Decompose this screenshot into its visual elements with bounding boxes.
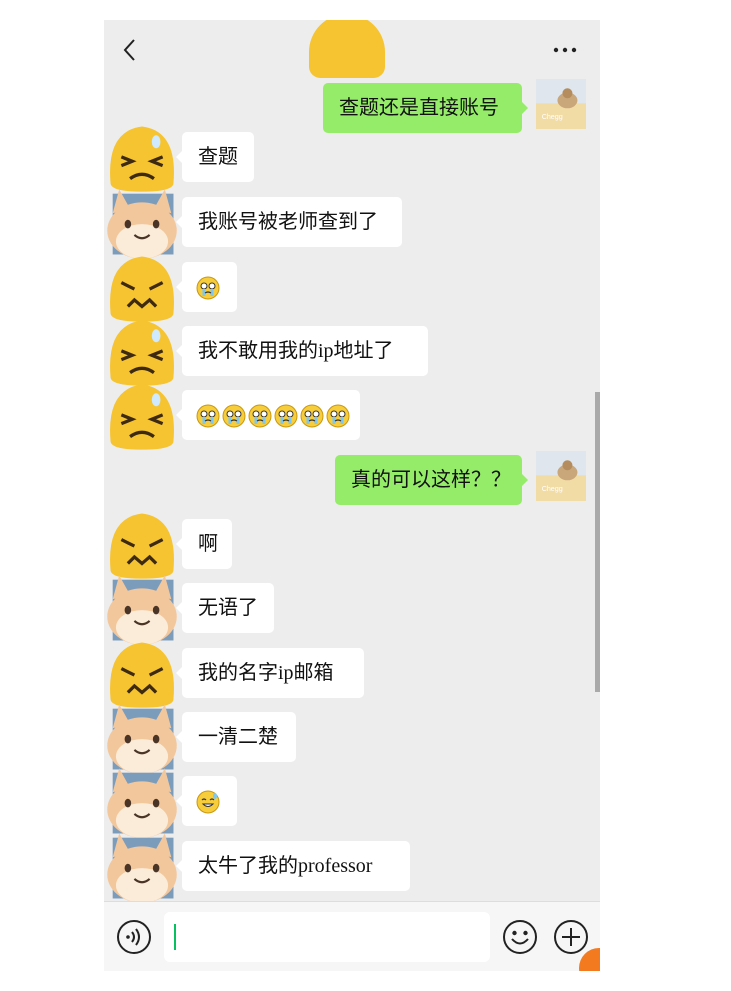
message-row: Chegg 真的可以这样？？ [104, 451, 600, 505]
svg-text:Chegg: Chegg [542, 485, 563, 493]
message-bubble[interactable]: 无语了 [176, 583, 274, 633]
message-text: 查题还是直接账号 [339, 97, 499, 119]
text-caret [174, 924, 176, 950]
message-bubble[interactable]: 我的名字ip邮箱 [176, 648, 364, 698]
sweat-smile-face-icon [196, 790, 220, 814]
chat-header [104, 20, 600, 80]
avatar-hamster-face[interactable] [104, 829, 180, 910]
message-text: 太牛了我的professor [198, 855, 373, 877]
crying-face-icon [222, 404, 246, 428]
crying-face-icon [274, 404, 298, 428]
message-bubble[interactable]: 一清二楚 [176, 712, 296, 762]
message-row: 一清二楚 [104, 704, 600, 774]
message-bubble[interactable]: 真的可以这样？？ [335, 455, 528, 505]
message-text: 真的可以这样？？ [351, 469, 511, 491]
message-row: 我不敢用我的ip地址了 [104, 320, 600, 386]
message-row [104, 256, 600, 322]
scrollbar[interactable] [595, 392, 600, 692]
crying-face-icon [300, 404, 324, 428]
message-row: 我的名字ip邮箱 [104, 642, 600, 708]
avatar-yellow-face-squint[interactable] [104, 378, 180, 459]
message-bubble[interactable] [176, 776, 237, 826]
chevron-left-icon[interactable] [118, 36, 142, 64]
message-input[interactable] [164, 912, 490, 962]
voice-icon[interactable] [116, 919, 152, 955]
message-text: 我不敢用我的ip地址了 [198, 340, 394, 362]
contact-avatar-sticker [309, 20, 385, 78]
message-bubble[interactable]: 太牛了我的professor [176, 841, 410, 891]
ellipsis-icon[interactable] [552, 40, 578, 60]
message-text: 我账号被老师查到了 [198, 211, 378, 233]
svg-text:Chegg: Chegg [542, 113, 563, 121]
crying-face-icon [326, 404, 350, 428]
message-row: 太牛了我的professor [104, 833, 600, 903]
message-bubble[interactable]: 查题还是直接账号 [323, 83, 528, 133]
message-row: 无语了 [104, 575, 600, 645]
message-bubble[interactable]: 查题 [176, 132, 254, 182]
chat-screen: Chegg 查题还是直接账号查题我账号被老师查到了 我不敢用我的ip地址了 Chegg… [104, 20, 600, 971]
message-row: 啊 [104, 513, 600, 579]
message-bubble[interactable]: 啊 [176, 519, 232, 569]
crying-face-icon [248, 404, 272, 428]
message-bubble[interactable] [176, 390, 360, 440]
crying-face-icon [196, 276, 220, 300]
message-text: 查题 [198, 146, 238, 168]
input-bar [104, 901, 600, 971]
message-bubble[interactable]: 我账号被老师查到了 [176, 197, 402, 247]
message-text: 啊 [198, 533, 218, 555]
message-row [104, 384, 600, 450]
emoji-icon[interactable] [502, 919, 538, 955]
message-row [104, 768, 600, 838]
message-text: 一清二楚 [198, 726, 278, 748]
message-bubble[interactable]: 我不敢用我的ip地址了 [176, 326, 428, 376]
avatar-cat-photo-chegg[interactable]: Chegg [536, 79, 586, 134]
message-text: 我的名字ip邮箱 [198, 662, 334, 684]
message-row: 查题 [104, 126, 600, 192]
avatar-cat-photo-chegg[interactable]: Chegg [536, 451, 586, 506]
crying-face-icon [196, 404, 220, 428]
message-row: 我账号被老师查到了 [104, 189, 600, 259]
message-bubble[interactable] [176, 262, 237, 312]
plus-icon[interactable] [553, 919, 589, 955]
message-text: 无语了 [198, 597, 258, 619]
